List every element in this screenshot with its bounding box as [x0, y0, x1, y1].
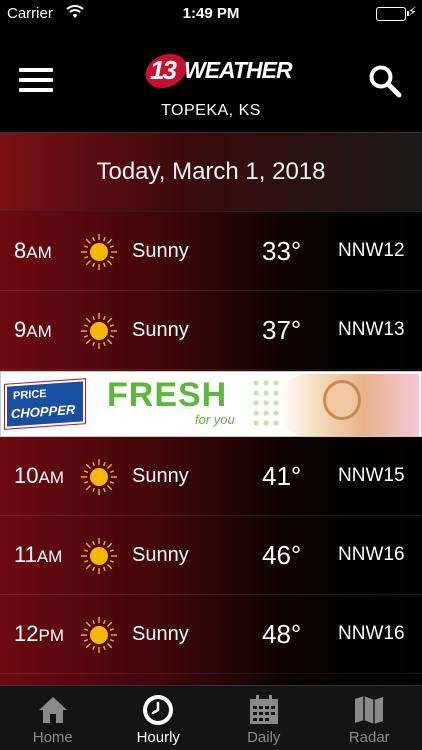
menu-icon-bar: [19, 78, 53, 82]
date-label: Today, March 1, 2018: [96, 158, 326, 185]
temperature-value: 37°: [262, 315, 302, 345]
menu-button[interactable]: [19, 68, 53, 94]
tab-hourly[interactable]: Hourly: [106, 686, 212, 750]
hour-period: AM: [38, 468, 64, 487]
ad-brand-line1: PRICE: [13, 387, 47, 403]
hourly-row[interactable]: 11AM Sunny 46° NNW16: [0, 516, 422, 595]
ad-photo-face: [323, 380, 361, 420]
clock-time: 1:49 PM: [182, 5, 240, 22]
hour-period: AM: [26, 322, 52, 341]
ad-brand-line2: CHOPPER: [11, 401, 76, 422]
tab-radar[interactable]: Radar: [317, 686, 422, 750]
tab-label: Hourly: [136, 729, 180, 746]
location-label: TOPEKA, KS: [161, 102, 261, 119]
price-chopper-logo: PRICE CHOPPER: [4, 378, 86, 430]
hour-number: 9: [14, 317, 27, 342]
tab-bar: Home Hourly Daily Radar: [0, 685, 422, 750]
status-bar: Carrier 1:49 PM ⚡: [0, 0, 422, 28]
temperature-value: 48°: [262, 619, 302, 649]
hour-label: 12PM: [14, 621, 64, 647]
hour-label: 9AM: [14, 317, 52, 343]
wind-value: NNW16: [338, 544, 405, 565]
sun-icon: [81, 538, 117, 574]
sun-icon: [81, 234, 117, 270]
tab-label: Radar: [348, 729, 390, 746]
search-button[interactable]: [368, 64, 402, 98]
sun-icon: [81, 459, 117, 495]
tab-label: Home: [32, 729, 73, 746]
sun-icon: [81, 313, 117, 349]
map-icon: [355, 696, 384, 724]
charging-icon: ⚡: [407, 4, 417, 19]
calendar-icon: [249, 695, 278, 724]
ad-photo: [279, 374, 419, 436]
condition-label: Sunny: [132, 623, 189, 645]
ad-tagline: for you: [195, 412, 235, 427]
tab-home[interactable]: Home: [0, 686, 106, 750]
app-header: 13 WEATHER TOPEKA, KS: [0, 28, 422, 132]
condition-label: Sunny: [132, 319, 189, 341]
temperature-value: 46°: [262, 540, 302, 570]
hour-number: 8: [14, 238, 27, 263]
ad-headline: FRESH: [107, 376, 228, 414]
hour-period: AM: [26, 243, 52, 262]
temperature-value: 41°: [262, 461, 302, 491]
wind-value: NNW13: [338, 319, 405, 340]
wind-value: NNW16: [338, 623, 405, 644]
hour-number: 12: [14, 621, 39, 646]
temperature-value: 33°: [262, 236, 302, 266]
station-logo: 13 WEATHER: [141, 52, 293, 90]
hour-label: 10AM: [14, 463, 64, 489]
hour-period: PM: [38, 626, 64, 645]
hourly-list[interactable]: 8AM Sunny 33° NNW12 9AM Sunny 37° NNW13 …: [0, 212, 422, 685]
sun-icon: [81, 617, 117, 653]
hourly-row[interactable]: 12PM Sunny 48° NNW16: [0, 595, 422, 674]
ad-decoration: [251, 378, 281, 428]
search-icon: [369, 65, 402, 98]
condition-label: Sunny: [132, 465, 189, 487]
condition-label: Sunny: [132, 544, 189, 566]
date-header: Today, March 1, 2018: [0, 132, 422, 212]
menu-icon-bar: [19, 88, 53, 92]
tab-label: Daily: [247, 729, 281, 746]
clock-icon: [143, 695, 174, 725]
hour-number: 10: [14, 463, 39, 488]
home-icon: [38, 697, 67, 723]
tab-daily[interactable]: Daily: [211, 686, 317, 750]
wind-value: NNW15: [338, 465, 405, 486]
condition-label: Sunny: [132, 240, 189, 262]
logo-word: WEATHER: [184, 57, 293, 83]
ad-banner[interactable]: PRICE CHOPPER FRESH for you: [0, 371, 422, 437]
hourly-row[interactable]: 8AM Sunny 33° NNW12: [0, 212, 422, 291]
hour-period: AM: [36, 547, 63, 566]
battery-icon: [376, 7, 409, 21]
hour-label: 11AM: [14, 542, 62, 568]
hourly-row[interactable]: 10AM Sunny 41° NNW15: [0, 437, 422, 516]
hour-number: 11: [14, 542, 37, 567]
hour-label: 8AM: [14, 238, 52, 264]
logo-number: 13: [150, 55, 177, 85]
hourly-row[interactable]: 9AM Sunny 37° NNW13: [0, 291, 422, 370]
menu-icon: [19, 68, 53, 72]
wind-value: NNW12: [338, 240, 405, 261]
